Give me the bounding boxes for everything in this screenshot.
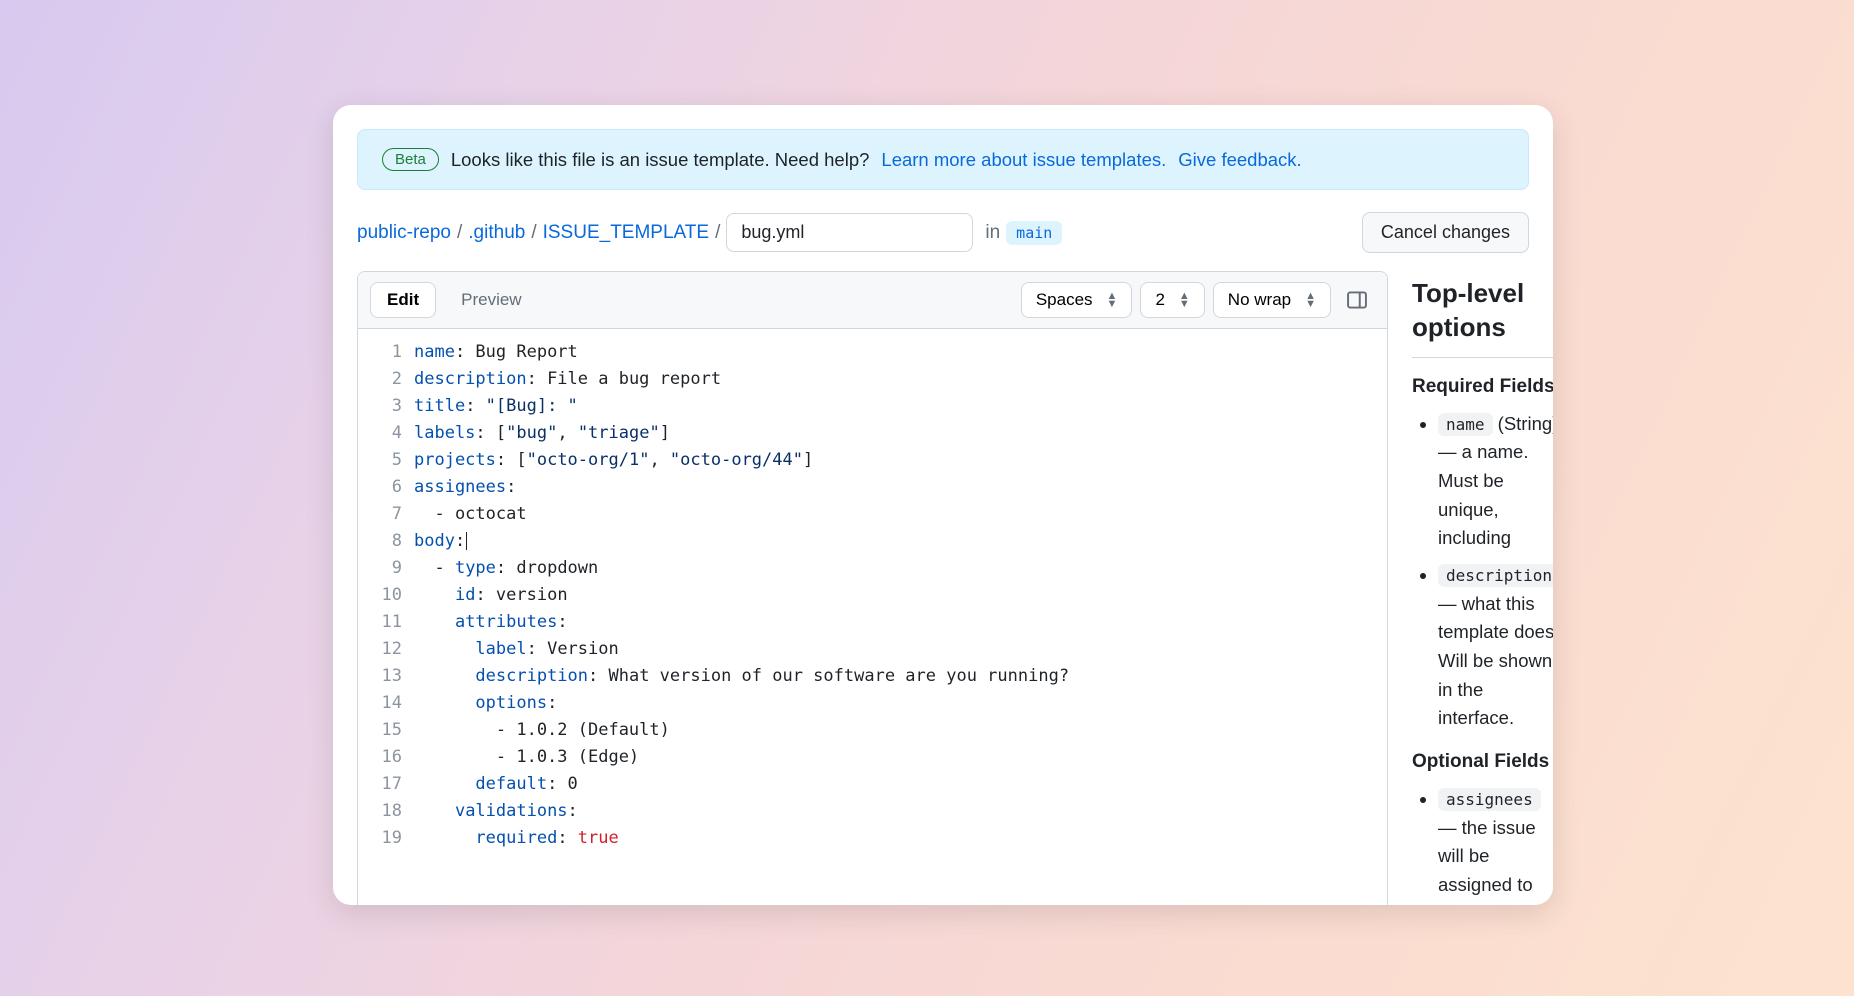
banner-text: Looks like this file is an issue templat…: [451, 149, 870, 171]
breadcrumb-separator: /: [457, 222, 462, 244]
required-fields-heading: Required Fields: [1412, 376, 1553, 398]
branch-badge[interactable]: main: [1006, 221, 1062, 245]
editor-toolbar: Edit Preview Spaces ▲▼ 2 ▲▼ No wrap ▲▼: [358, 272, 1387, 329]
breadcrumb-separator: /: [715, 222, 720, 244]
wrap-mode-label: No wrap: [1228, 290, 1291, 310]
breadcrumb-separator: /: [531, 222, 536, 244]
side-panel-toggle-button[interactable]: [1339, 282, 1375, 318]
chevron-updown-icon: ▲▼: [1179, 292, 1190, 308]
tab-preview[interactable]: Preview: [444, 282, 538, 318]
sidebar-icon: [1346, 289, 1368, 311]
filename-input[interactable]: [726, 213, 973, 252]
code-chip: name: [1438, 413, 1493, 436]
breadcrumb: public-repo / .github / ISSUE_TEMPLATE /…: [333, 204, 1553, 271]
line-number-gutter: 12345678910111213141516171819: [358, 329, 414, 862]
code-chip: description: [1438, 564, 1553, 587]
optional-fields-heading: Optional Fields: [1412, 751, 1553, 773]
in-label: in: [985, 222, 1000, 244]
breadcrumb-dir-github[interactable]: .github: [468, 222, 525, 244]
code-chip: assignees: [1438, 788, 1541, 811]
indent-mode-label: Spaces: [1036, 290, 1093, 310]
help-sidebar: Top-level options Required Fields name (…: [1412, 271, 1553, 905]
code-content[interactable]: name: Bug Reportdescription: File a bug …: [414, 329, 1069, 862]
chevron-updown-icon: ▲▼: [1305, 292, 1316, 308]
beta-badge: Beta: [382, 148, 439, 171]
editor-panel: Edit Preview Spaces ▲▼ 2 ▲▼ No wrap ▲▼: [357, 271, 1388, 905]
info-banner: Beta Looks like this file is an issue te…: [357, 129, 1529, 190]
tab-edit[interactable]: Edit: [370, 282, 436, 318]
breadcrumb-repo[interactable]: public-repo: [357, 222, 451, 244]
wrap-mode-select[interactable]: No wrap ▲▼: [1213, 282, 1331, 318]
banner-learn-more-link[interactable]: Learn more about issue templates.: [881, 149, 1166, 171]
cancel-changes-button[interactable]: Cancel changes: [1362, 212, 1529, 253]
indent-size-select[interactable]: 2 ▲▼: [1140, 282, 1204, 318]
editor-card: Beta Looks like this file is an issue te…: [333, 105, 1553, 905]
list-item: assignees — the issue will be assigned t…: [1438, 785, 1553, 905]
code-editor[interactable]: 12345678910111213141516171819 name: Bug …: [358, 329, 1387, 862]
chevron-updown-icon: ▲▼: [1107, 292, 1118, 308]
sidebar-title: Top-level options: [1412, 277, 1553, 358]
indent-mode-select[interactable]: Spaces ▲▼: [1021, 282, 1133, 318]
breadcrumb-dir-issue-template[interactable]: ISSUE_TEMPLATE: [543, 222, 709, 244]
indent-size-label: 2: [1155, 290, 1164, 310]
required-fields-list: name (String) — a name. Must be unique, …: [1412, 410, 1553, 733]
list-item: description — what this template does. W…: [1438, 561, 1553, 733]
banner-feedback-link[interactable]: Give feedback.: [1178, 149, 1301, 171]
optional-fields-list: assignees — the issue will be assigned t…: [1412, 785, 1553, 905]
list-item: name (String) — a name. Must be unique, …: [1438, 410, 1553, 553]
